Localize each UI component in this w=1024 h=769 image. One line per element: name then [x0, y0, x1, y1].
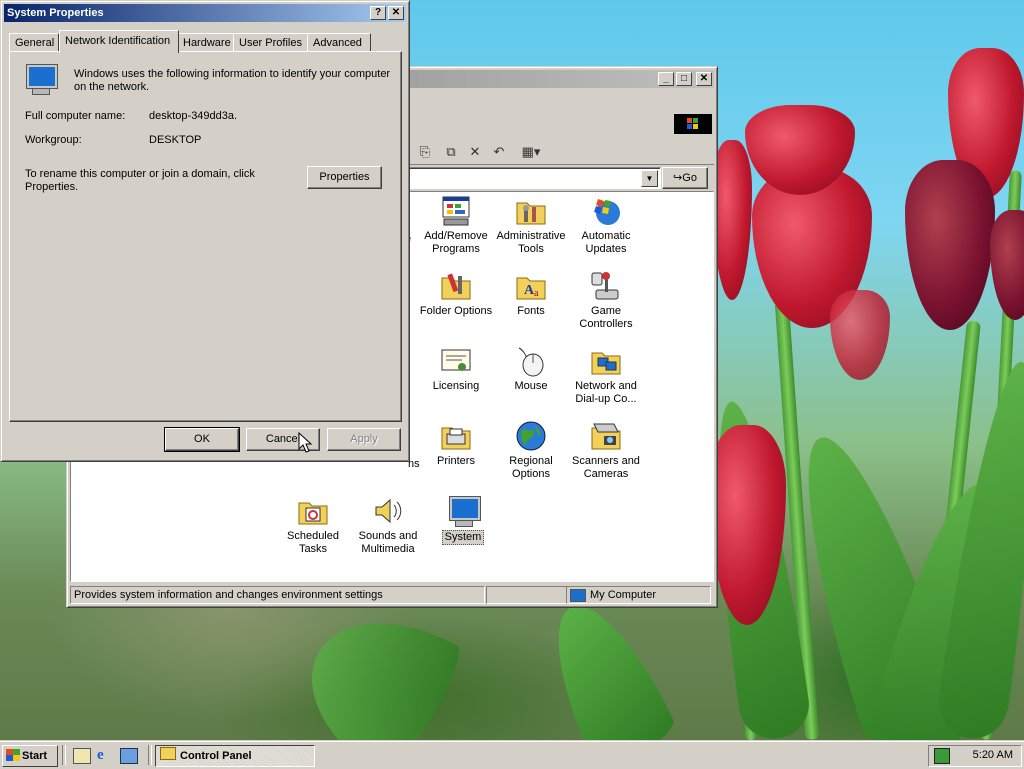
go-button[interactable]: ↪Go [662, 167, 708, 189]
svg-text:a: a [534, 288, 539, 299]
status-text: Provides system information and changes … [70, 586, 485, 604]
item-label: System [441, 530, 485, 545]
licensing-icon [440, 345, 472, 377]
network-dialup-item[interactable]: Network and Dial-up Co... [566, 345, 646, 406]
system-icon [447, 495, 480, 527]
item-label: Licensing [432, 380, 480, 392]
views-icon[interactable]: ▦▾ [518, 144, 544, 160]
tab-user-profiles[interactable]: User Profiles [233, 33, 309, 52]
start-button[interactable]: Start [2, 745, 58, 767]
close-button[interactable]: ✕ [696, 72, 712, 86]
tab-hardware[interactable]: Hardware [177, 33, 234, 52]
scanners-cameras-icon [590, 420, 622, 452]
dialog-title: System Properties [7, 7, 104, 19]
system-properties-dialog: System Properties ? ✕ General Network Id… [0, 0, 410, 462]
minimize-button[interactable]: _ [658, 72, 674, 86]
windows-flag-icon [6, 749, 20, 761]
control-panel-icon [160, 747, 176, 760]
status-pane-empty [486, 586, 567, 604]
mouse-item[interactable]: Mouse [491, 345, 571, 393]
item-label: Mouse [514, 380, 548, 392]
item-label: Scanners and Cameras [572, 455, 640, 480]
mouse-icon [515, 345, 547, 377]
chevron-down-icon[interactable]: ▼ [641, 170, 658, 187]
outlook-express-icon[interactable] [120, 748, 138, 764]
ok-button[interactable]: OK [164, 427, 240, 452]
move-to-icon[interactable]: ⎘ [416, 144, 434, 160]
go-arrow-icon: ↪ [673, 172, 683, 184]
printers-icon [440, 420, 472, 452]
tab-network-identification[interactable]: Network Identification [59, 30, 179, 53]
scheduled-tasks-item[interactable]: Scheduled Tasks [273, 495, 353, 556]
licensing-item[interactable]: Licensing [416, 345, 496, 393]
scanners-cameras-item[interactable]: Scanners and Cameras [566, 420, 646, 481]
full-name-value: desktop-349dd3a. [149, 110, 238, 122]
administrative-tools-item[interactable]: Administrative Tools [491, 195, 571, 256]
automatic-updates-item[interactable]: Automatic Updates [566, 195, 646, 256]
properties-button[interactable]: Properties [307, 166, 382, 189]
printers-item[interactable]: Printers [416, 420, 496, 468]
delete-icon[interactable]: ✕ [466, 144, 484, 160]
windows-logo-icon [674, 114, 712, 134]
my-computer-icon [570, 588, 586, 602]
tab-general[interactable]: General [9, 33, 59, 52]
undo-icon[interactable]: ↶ [490, 144, 508, 160]
item-label: Fonts [517, 305, 545, 317]
item-label: Game Controllers [579, 305, 633, 330]
tab-advanced[interactable]: Advanced [307, 33, 371, 52]
administrative-tools-icon [515, 195, 547, 227]
sounds-multimedia-icon [372, 495, 404, 527]
computer-icon [25, 64, 57, 96]
internet-explorer-icon[interactable]: e [97, 747, 104, 764]
item-label: Add/Remove Programs [424, 230, 488, 255]
item-label: Folder Options [419, 305, 493, 317]
show-desktop-icon[interactable] [73, 748, 91, 764]
automatic-updates-icon [590, 195, 622, 227]
network-identification-panel: Windows uses the following information t… [9, 51, 402, 422]
network-status-icon[interactable] [934, 748, 950, 764]
item-label: Sounds and Multimedia [358, 530, 418, 555]
fonts-icon: Aa [515, 270, 547, 302]
system-item[interactable]: System [423, 495, 503, 545]
add-remove-programs-item[interactable]: Add/Remove Programs [416, 195, 496, 256]
regional-options-item[interactable]: Regional Options [491, 420, 571, 481]
item-label: Printers [437, 455, 475, 467]
status-location: My Computer [566, 586, 711, 604]
item-label: Administrative Tools [496, 230, 566, 255]
system-tray: 5:20 AM [928, 745, 1022, 767]
game-controllers-item[interactable]: Game Controllers [566, 270, 646, 331]
workgroup-label: Workgroup: [25, 134, 82, 146]
copy-to-icon[interactable]: ⧉ [442, 144, 460, 160]
system-properties-titlebar[interactable]: System Properties ? ✕ [4, 4, 406, 22]
description-text: Windows uses the following information t… [74, 68, 391, 93]
folder-options-icon [440, 270, 472, 302]
game-controllers-icon [590, 270, 622, 302]
fonts-item[interactable]: Aa Fonts [491, 270, 571, 318]
item-label: Network and Dial-up Co... [575, 380, 637, 405]
item-label: Regional Options [509, 455, 553, 480]
status-bar: Provides system information and changes … [70, 584, 714, 604]
clock[interactable]: 5:20 AM [973, 749, 1013, 761]
network-dialup-icon [590, 345, 622, 377]
item-label: Automatic Updates [581, 230, 631, 255]
maximize-button[interactable]: □ [676, 72, 692, 86]
workgroup-value: DESKTOP [149, 134, 202, 146]
regional-options-icon [515, 420, 547, 452]
full-name-label: Full computer name: [25, 110, 126, 122]
scheduled-tasks-icon [297, 495, 329, 527]
apply-button[interactable]: Apply [327, 428, 401, 451]
help-button[interactable]: ? [370, 6, 386, 20]
taskbar: Start e Control Panel 5:20 AM [0, 740, 1024, 769]
add-remove-programs-icon [440, 195, 472, 227]
sounds-multimedia-item[interactable]: Sounds and Multimedia [348, 495, 428, 556]
taskbar-separator [62, 745, 66, 765]
close-button[interactable]: ✕ [388, 6, 404, 20]
taskbar-control-panel-button[interactable]: Control Panel [155, 745, 315, 767]
rename-instructions: To rename this computer or join a domain… [25, 168, 255, 193]
item-label: Scheduled Tasks [287, 530, 339, 555]
folder-options-item[interactable]: Folder Options [416, 270, 496, 318]
taskbar-separator [148, 745, 152, 765]
